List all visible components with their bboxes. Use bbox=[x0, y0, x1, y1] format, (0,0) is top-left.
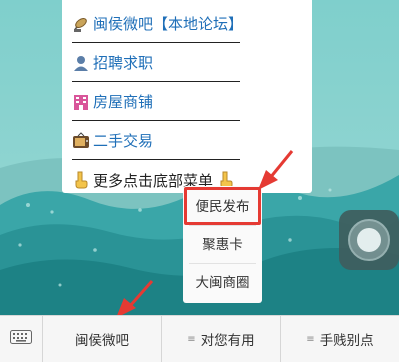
popup-item-card[interactable]: 聚惠卡 bbox=[189, 226, 256, 264]
tab-minhou-weiba[interactable]: 闽侯微吧 bbox=[42, 316, 161, 362]
popup-item-circle[interactable]: 大闽商圈 bbox=[189, 264, 256, 302]
pointing-down-icon bbox=[72, 171, 90, 189]
menu-lines-icon: ≡ bbox=[306, 333, 315, 345]
menu-item-housing[interactable]: 房屋商铺 bbox=[72, 83, 240, 121]
menu-item-secondhand[interactable]: 二手交易 bbox=[72, 122, 240, 160]
menu-item-label: 招聘求职 bbox=[93, 54, 154, 72]
menu-item-forum[interactable]: 闽侯微吧【本地论坛】 bbox=[72, 5, 244, 43]
keyboard-icon bbox=[10, 330, 32, 348]
tv-icon bbox=[72, 131, 90, 150]
bottom-tab-bar: 闽侯微吧 ≡ 对您有用 ≡ 手贱别点 bbox=[0, 315, 399, 362]
assistive-touch-button[interactable] bbox=[339, 210, 399, 270]
satellite-dish-icon bbox=[72, 15, 90, 33]
tab-label: 对您有用 bbox=[200, 333, 255, 349]
menu-item-jobs[interactable]: 招聘求职 bbox=[72, 44, 240, 82]
tab-dont-click[interactable]: ≡ 手贱别点 bbox=[280, 316, 399, 362]
tab-label: 闽侯微吧 bbox=[75, 333, 129, 349]
assistive-dot bbox=[357, 228, 381, 252]
building-icon bbox=[72, 93, 90, 111]
tab-label: 手贱别点 bbox=[319, 333, 374, 349]
menu-item-label: 闽侯微吧【本地论坛】 bbox=[93, 15, 244, 33]
keyboard-toggle-button[interactable] bbox=[0, 316, 42, 362]
menu-item-label: 房屋商铺 bbox=[93, 93, 154, 111]
person-icon bbox=[72, 54, 90, 72]
tab-useful[interactable]: ≡ 对您有用 bbox=[161, 316, 280, 362]
arrow-icon bbox=[258, 150, 294, 190]
menu-item-label: 二手交易 bbox=[93, 132, 154, 150]
menu-lines-icon: ≡ bbox=[187, 333, 196, 345]
